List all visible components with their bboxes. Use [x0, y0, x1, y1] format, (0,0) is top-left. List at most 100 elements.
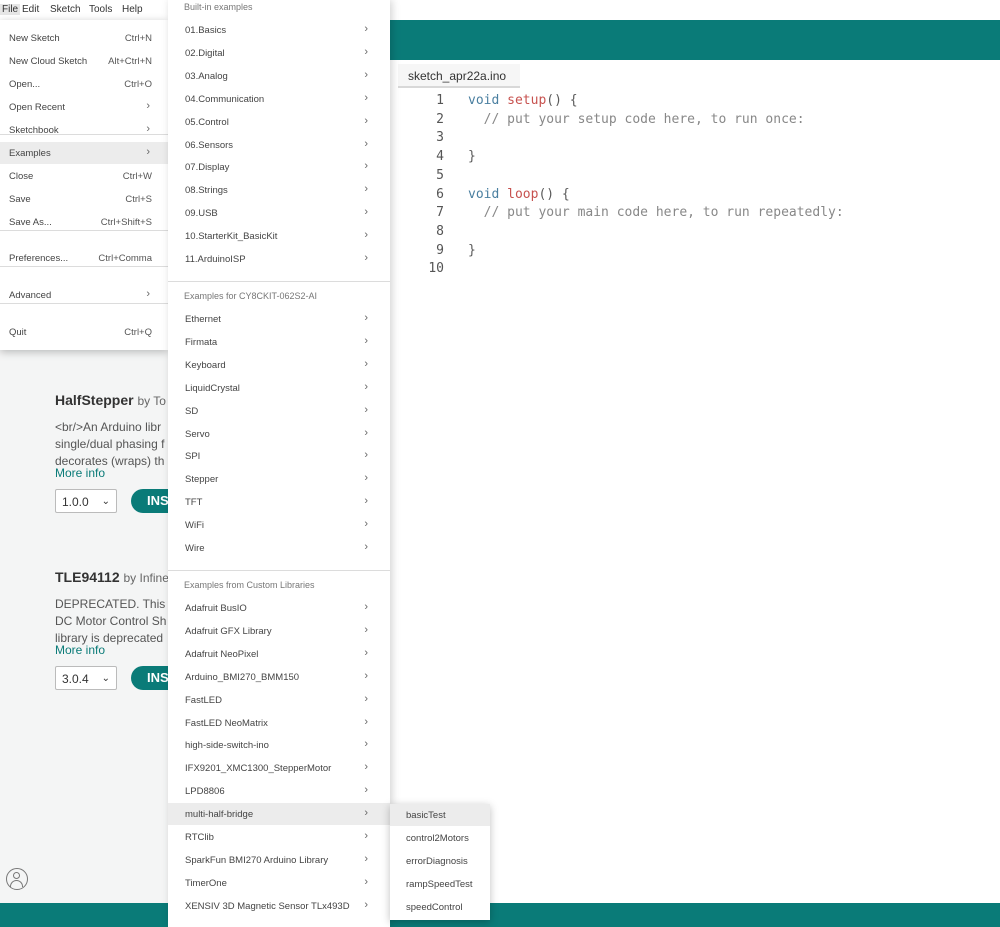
menu-item-tft[interactable]: TFT › [168, 491, 390, 513]
menu-separator [168, 570, 390, 571]
menu-item-errordiagnosis[interactable]: errorDiagnosis [390, 850, 490, 872]
menu-item-label: Examples [9, 148, 51, 159]
menu-item-label: 10.StarterKit_BasicKit [185, 231, 278, 243]
chevron-right-icon: › [364, 91, 368, 104]
menu-item-spi[interactable]: SPI › [168, 445, 390, 467]
menubar-tools[interactable]: Tools [89, 4, 112, 15]
chevron-right-icon: › [364, 830, 368, 842]
menu-bar: File Edit Sketch Tools Help [0, 0, 1000, 20]
line-number: 4 [436, 149, 444, 165]
menu-item-adafruit-busio[interactable]: Adafruit BusIO › [168, 597, 390, 619]
menu-item-label: New Sketch [9, 33, 60, 44]
menubar-help[interactable]: Help [122, 4, 143, 15]
menu-item-label: LPD8806 [185, 786, 225, 798]
version-select[interactable]: 3.0.4 ⌄ [55, 666, 117, 690]
menu-item-label: 11.ArduinoISP [185, 254, 246, 265]
menu-section-header: Examples from Custom Libraries [184, 580, 315, 590]
chevron-right-icon: › [364, 898, 368, 911]
menubar-sketch[interactable]: Sketch [50, 4, 81, 15]
more-info-link[interactable]: More info [55, 466, 105, 480]
menu-item-save[interactable]: Save Ctrl+S [0, 188, 168, 210]
menu-item-label: TimerOne [185, 877, 227, 889]
menu-item-sparkfun-bmi270-arduino-library[interactable]: SparkFun BMI270 Arduino Library › [168, 849, 390, 871]
menu-item-keyboard[interactable]: Keyboard › [168, 354, 390, 376]
code-editor[interactable]: 1 void setup() {2 // put your setup code … [398, 90, 1000, 900]
menu-item-label: speedControl [406, 902, 463, 913]
menu-separator [168, 281, 390, 282]
menu-item-high-side-switch-ino[interactable]: high-side-switch-ino › [168, 734, 390, 756]
menu-item-speedcontrol[interactable]: speedControl [390, 896, 490, 918]
line-number: 8 [436, 223, 444, 239]
menu-item-stepper[interactable]: Stepper › [168, 468, 390, 490]
menu-item-08-strings[interactable]: 08.Strings › [168, 179, 390, 201]
line-number: 3 [436, 130, 444, 146]
menu-item-label: IFX9201_XMC1300_StepperMotor [185, 763, 332, 775]
menu-item-06-sensors[interactable]: 06.Sensors › [168, 134, 390, 156]
menu-item-new-cloud-sketch[interactable]: New Cloud Sketch Alt+Ctrl+N [0, 50, 168, 72]
menu-item-01-basics[interactable]: 01.Basics › [168, 19, 390, 41]
menu-item-label: Adafruit BusIO [185, 603, 247, 614]
menu-item-timerone[interactable]: TimerOne › [168, 872, 390, 894]
chevron-right-icon: › [364, 114, 368, 127]
menu-item-05-control[interactable]: 05.Control › [168, 111, 390, 133]
chevron-right-icon: › [364, 380, 368, 393]
menubar-edit[interactable]: Edit [22, 4, 39, 15]
chevron-right-icon: › [364, 426, 368, 439]
code-token: // put your main code here, to run repea… [468, 205, 844, 221]
menu-item-fastled-neomatrix[interactable]: FastLED NeoMatrix › [168, 712, 390, 734]
menu-item-examples[interactable]: Examples › [0, 142, 168, 164]
menu-item-adafruit-neopixel[interactable]: Adafruit NeoPixel › [168, 643, 390, 665]
menu-item-basictest[interactable]: basicTest [390, 804, 490, 826]
menu-item-wire[interactable]: Wire › [168, 537, 390, 559]
library-description: DC Motor Control Sh [55, 614, 167, 628]
chevron-right-icon: › [364, 495, 368, 508]
menubar-file[interactable]: File [0, 4, 21, 15]
menu-item-new-sketch[interactable]: New Sketch Ctrl+N [0, 27, 168, 49]
menu-item-wifi[interactable]: WiFi › [168, 514, 390, 536]
chevron-right-icon: › [364, 852, 368, 865]
chevron-right-icon: › [364, 472, 368, 485]
more-info-link[interactable]: More info [55, 643, 105, 657]
line-number: 1 [436, 93, 444, 108]
menu-item-firmata[interactable]: Firmata › [168, 331, 390, 353]
menu-item-04-communication[interactable]: 04.Communication › [168, 88, 390, 110]
menu-item-adafruit-gfx-library[interactable]: Adafruit GFX Library › [168, 620, 390, 642]
chevron-right-icon: › [364, 252, 368, 264]
menu-item-open[interactable]: Open... Ctrl+O [0, 73, 168, 95]
menu-item-11-arduinoisp[interactable]: 11.ArduinoISP › [168, 248, 390, 270]
menu-item-xensiv-3d-magnetic-sensor-tlx493d[interactable]: XENSIV 3D Magnetic Sensor TLx493D › [168, 895, 390, 917]
menu-item-ifx9201-xmc1300-steppermotor[interactable]: IFX9201_XMC1300_StepperMotor › [168, 757, 390, 779]
menu-item-open-recent[interactable]: Open Recent › [0, 96, 168, 118]
menu-separator [0, 266, 168, 267]
line-number: 6 [436, 186, 444, 202]
menu-item-arduino-bmi270-bmm150[interactable]: Arduino_BMI270_BMM150 › [168, 666, 390, 688]
line-number: 10 [428, 261, 444, 277]
menu-item-quit[interactable]: Quit Ctrl+Q [0, 321, 168, 343]
version-select[interactable]: 1.0.0 ⌄ [55, 489, 117, 513]
menu-item-sd[interactable]: SD › [168, 400, 390, 422]
menu-item-fastled[interactable]: FastLED › [168, 689, 390, 711]
menu-item-label: 06.Sensors [185, 139, 234, 151]
menu-item-multi-half-bridge[interactable]: multi-half-bridge › [168, 803, 390, 826]
shortcut-label: Ctrl+W [122, 171, 152, 182]
menu-item-label: TFT [185, 497, 203, 509]
menu-item-09-usb[interactable]: 09.USB › [168, 202, 390, 224]
menu-item-ethernet[interactable]: Ethernet › [168, 308, 390, 330]
menu-item-rampspeedtest[interactable]: rampSpeedTest [390, 873, 490, 895]
menu-item-07-display[interactable]: 07.Display › [168, 156, 390, 178]
menu-item-control2motors[interactable]: control2Motors [390, 827, 490, 849]
line-number: 9 [436, 242, 444, 258]
library-description: <br/>An Arduino libr [55, 420, 162, 434]
account-icon[interactable] [6, 868, 28, 890]
menu-item-03-analog[interactable]: 03.Analog › [168, 65, 390, 87]
menu-item-10-starterkit-basickit[interactable]: 10.StarterKit_BasicKit › [168, 225, 390, 247]
menu-item-rtclib[interactable]: RTClib › [168, 826, 390, 848]
menu-item-sketchbook[interactable]: Sketchbook › [0, 119, 168, 141]
menu-item-close[interactable]: Close Ctrl+W [0, 165, 168, 187]
editor-tab[interactable]: sketch_apr22a.ino [398, 64, 520, 88]
menu-item-02-digital[interactable]: 02.Digital › [168, 42, 390, 64]
menu-item-servo[interactable]: Servo › [168, 423, 390, 445]
menu-item-lpd8806[interactable]: LPD8806 › [168, 780, 390, 802]
menu-item-liquidcrystal[interactable]: LiquidCrystal › [168, 377, 390, 399]
menu-item-label: errorDiagnosis [406, 856, 468, 867]
